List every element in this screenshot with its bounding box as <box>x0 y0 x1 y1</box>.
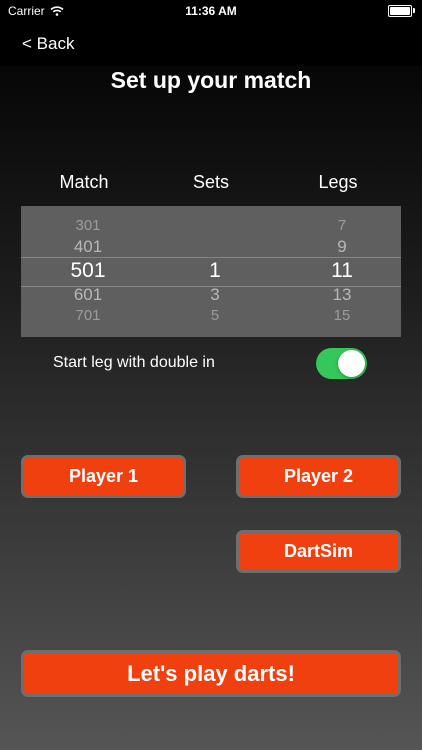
battery-icon <box>388 5 415 17</box>
picker-option[interactable]: 601 <box>28 285 148 305</box>
nav-bar: < Back <box>0 22 422 66</box>
picker-selected-option[interactable]: 501 <box>28 259 148 283</box>
picker-option[interactable]: 3 <box>155 285 275 305</box>
status-bar: Carrier 11:36 AM <box>0 0 422 22</box>
double-in-toggle[interactable] <box>316 348 367 379</box>
legs-picker-column[interactable]: 7 9 11 13 15 <box>282 206 401 337</box>
status-time: 11:36 AM <box>185 4 237 18</box>
legs-header: Legs <box>318 172 358 192</box>
match-header: Match <box>59 172 109 192</box>
sets-header: Sets <box>192 172 230 192</box>
page-title: Set up your match <box>110 67 312 93</box>
player-2-button[interactable]: Player 2 <box>236 455 401 498</box>
play-darts-button[interactable]: Let's play darts! <box>21 650 401 697</box>
picker-option[interactable]: 301 <box>28 217 148 234</box>
picker-selected-option[interactable]: 11 <box>282 259 401 283</box>
picker-selected-option[interactable]: 1 <box>155 259 275 283</box>
picker-option[interactable]: 401 <box>28 237 148 257</box>
player-1-button[interactable]: Player 1 <box>21 455 186 498</box>
match-picker-column[interactable]: 301 401 501 601 701 <box>28 206 148 337</box>
picker-option[interactable]: 9 <box>282 237 401 257</box>
picker-option[interactable]: 5 <box>155 307 275 324</box>
dartsim-button[interactable]: DartSim <box>236 530 401 573</box>
picker-option[interactable]: 15 <box>282 307 401 324</box>
back-button[interactable]: < Back <box>22 34 74 54</box>
toggle-knob <box>338 350 365 377</box>
double-in-label: Start leg with double in <box>53 354 215 371</box>
picker-option[interactable]: 701 <box>28 307 148 324</box>
picker-option[interactable]: 13 <box>282 285 401 305</box>
sets-picker-column[interactable]: 1 3 5 <box>155 206 275 337</box>
match-picker: 301 401 501 601 701 1 3 5 7 9 11 13 15 <box>21 206 401 337</box>
picker-option[interactable]: 7 <box>282 217 401 234</box>
